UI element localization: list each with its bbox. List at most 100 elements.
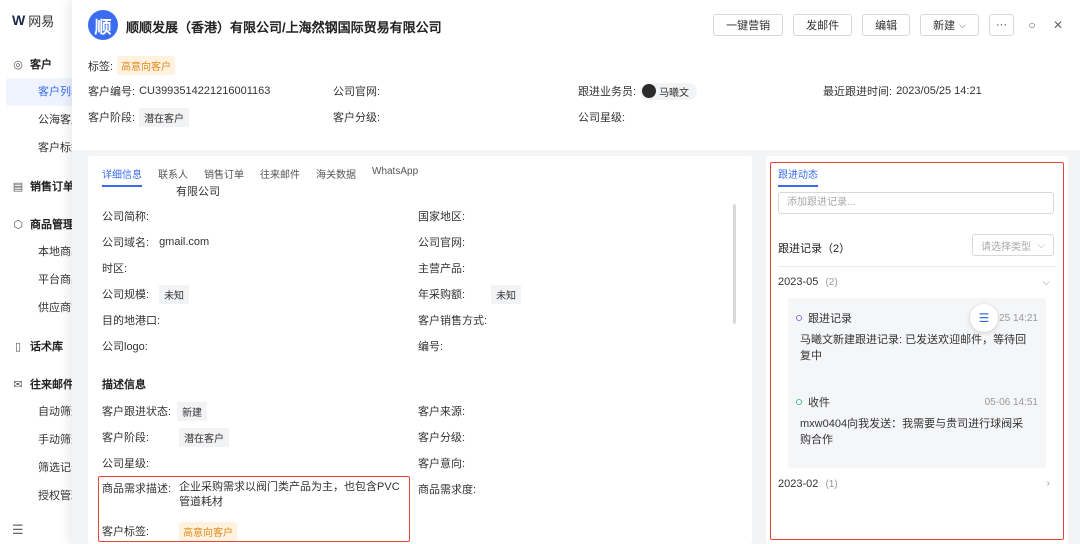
logo-mark: W (12, 12, 25, 28)
field-label: 客户来源: (418, 406, 466, 418)
nav-group-sales-orders[interactable]: ▤ 销售订单 (0, 172, 78, 200)
field-label: 客户销售方式: (418, 315, 488, 327)
field-customer-source: 客户来源: (418, 402, 465, 420)
tab-customs[interactable]: 海关数据 (316, 166, 356, 187)
company-avatar: 顺 (88, 10, 118, 40)
sales-rep: 跟进业务员: 马曦文 (578, 82, 698, 100)
summary-grade: 客户分级: (333, 108, 380, 126)
detail-panel: 详细信息 联系人 销售订单 往来邮件 海关数据 WhatsApp 有限公司 公司… (88, 156, 752, 544)
new-button-label: 新建 (933, 20, 956, 32)
field-number: 编号: (418, 337, 443, 355)
nav-group-label: 商品管理 (30, 219, 74, 231)
nav-item-customer-tags[interactable]: 客户标签 (0, 134, 78, 162)
field-timezone: 时区: (102, 259, 127, 277)
summary-grid: 客户编号: CU3993514221216001163 公司官网: 跟进业务员:… (88, 82, 1068, 134)
field-label: 公司官网: (418, 237, 466, 249)
nav-group-products[interactable]: ⬡ 商品管理 (0, 210, 78, 238)
field-product-demand-level: 商品需求度: (418, 480, 476, 498)
nav-item-local-products[interactable]: 本地商品 (0, 238, 78, 266)
field-logo: 公司logo: (102, 337, 148, 355)
more-button[interactable]: ··· (989, 14, 1014, 36)
field-follow-status: 客户跟进状态: 新建 (102, 401, 208, 421)
detail-tabs: 详细信息 联系人 销售订单 往来邮件 海关数据 WhatsApp (102, 166, 418, 187)
tab-mails[interactable]: 往来邮件 (260, 166, 300, 187)
tab-details[interactable]: 详细信息 (102, 166, 142, 187)
field-label: 公司星级: (102, 458, 150, 470)
tag-line: 标签: 高意向客户 (88, 56, 176, 75)
field-label: 公司logo: (102, 341, 148, 353)
field-sales-method: 客户销售方式: (418, 311, 487, 329)
edit-button[interactable]: 编辑 (862, 14, 911, 36)
header-actions: 一键营销 发邮件 编辑 新建 ⌵ ··· ○ ✕ (713, 14, 1066, 36)
minimize-icon[interactable]: ○ (1024, 18, 1040, 32)
field-website: 公司官网: (418, 233, 465, 251)
field-customer-stage: 客户阶段: 潜在客户 (102, 427, 230, 447)
stage-label: 客户阶段: (88, 112, 136, 124)
customer-detail-drawer: 顺 顺顺发展（香港）有限公司/上海然钢国际贸易有限公司 一键营销 发邮件 编辑 … (72, 0, 1080, 544)
tag-badge: 高意向客户 (117, 56, 176, 75)
company-name: 顺顺发展（香港）有限公司/上海然钢国际贸易有限公司 (126, 20, 442, 35)
field-label: 时区: (102, 263, 128, 275)
doc-icon: ▤ (12, 180, 24, 193)
last-follow-value: 2023/05/25 14:21 (896, 85, 982, 97)
field-main-products: 主营产品: (418, 259, 465, 277)
nav-item-platform-products[interactable]: 平台商品 (0, 266, 78, 294)
field-label: 公司简称: (102, 211, 150, 223)
close-icon[interactable]: ✕ (1050, 18, 1066, 32)
nav-item-filter-records[interactable]: 筛选记录 (0, 454, 78, 482)
field-label: 公司规模: (102, 289, 150, 301)
summary-star: 公司星级: (578, 108, 625, 126)
sales-rep-chip[interactable]: 马曦文 (640, 82, 698, 100)
new-button[interactable]: 新建 ⌵ (920, 14, 979, 36)
field-label: 商品需求度: (418, 484, 477, 496)
nav-group-label: 客户 (30, 59, 52, 71)
field-company-star: 公司星级: (102, 454, 149, 472)
user-icon: ◎ (13, 58, 23, 71)
list-toggle-icon[interactable]: ☰ (970, 304, 998, 332)
field-domain: 公司域名: gmail.com (102, 233, 209, 251)
customer-number: 客户编号: CU3993514221216001163 (88, 82, 270, 100)
send-mail-button[interactable]: 发邮件 (793, 14, 853, 36)
nav-item-manual-filter[interactable]: 手动筛选 (0, 426, 78, 454)
field-label: 国家地区: (418, 211, 466, 223)
field-label: 客户阶段: (102, 432, 150, 444)
highlight-box (770, 162, 1064, 540)
nav-item-customer-list[interactable]: 客户列表 (6, 78, 78, 106)
nav-group-label: 话术库 (30, 341, 63, 353)
star-label: 公司星级: (578, 112, 626, 124)
field-destination-port: 目的地港口: (102, 311, 160, 329)
scrollbar[interactable] (733, 204, 736, 324)
followup-panel: 跟进动态 添加跟进记录... 跟进记录（2） 请选择类型 ⌵ 2023-05 (… (766, 156, 1068, 544)
nav-group-customer[interactable]: ◎ 客户 (0, 50, 78, 78)
one-click-marketing-button[interactable]: 一键营销 (713, 14, 784, 36)
field-value: gmail.com (159, 236, 210, 248)
last-follow-time: 最近跟进时间: 2023/05/25 14:21 (823, 82, 982, 100)
nav-item-auto-filter[interactable]: 自动筛选 (0, 398, 78, 426)
avatar (642, 84, 657, 98)
logo: W 网易 (0, 0, 77, 40)
nav-item-suppliers[interactable]: 供应商管 (0, 294, 78, 322)
website-label: 公司官网: (333, 86, 381, 98)
nav-item-auth-manage[interactable]: 授权管理 (0, 482, 78, 510)
drawer-header: 顺 顺顺发展（香港）有限公司/上海然钢国际贸易有限公司 一键营销 发邮件 编辑 … (72, 0, 1080, 150)
stage-badge: 潜在客户 (139, 107, 190, 127)
chevron-down-icon: ⌵ (959, 19, 966, 30)
field-company-size: 公司规模: 未知 (102, 284, 190, 304)
field-label: 客户跟进状态: (102, 406, 172, 418)
field-value: 新建 (177, 401, 208, 421)
nav-group-mails[interactable]: ✉ 往来邮件 (0, 370, 78, 398)
field-label: 年采购额: (418, 289, 466, 301)
left-nav: W 网易 ◎ 客户 客户列表 公海客户 客户标签 ▤ 销售订单 ⬡ 商品管理 本… (0, 0, 78, 544)
sales-rep-label: 跟进业务员: (578, 86, 637, 98)
customer-number-value: CU3993514221216001163 (139, 85, 271, 97)
field-customer-grade: 客户分级: (418, 428, 465, 446)
tag-label: 标签: (88, 60, 114, 73)
field-label: 客户分级: (418, 432, 466, 444)
field-country: 国家地区: (418, 207, 465, 225)
collapse-menu-icon[interactable]: ☰ (12, 522, 24, 538)
field-label: 客户意向: (418, 458, 466, 470)
nav-group-scripts[interactable]: ▯ 话术库 (0, 332, 78, 360)
tab-whatsapp[interactable]: WhatsApp (372, 166, 418, 187)
nav-item-public-customers[interactable]: 公海客户 (0, 106, 78, 134)
field-short-name: 公司简称: (102, 207, 149, 225)
